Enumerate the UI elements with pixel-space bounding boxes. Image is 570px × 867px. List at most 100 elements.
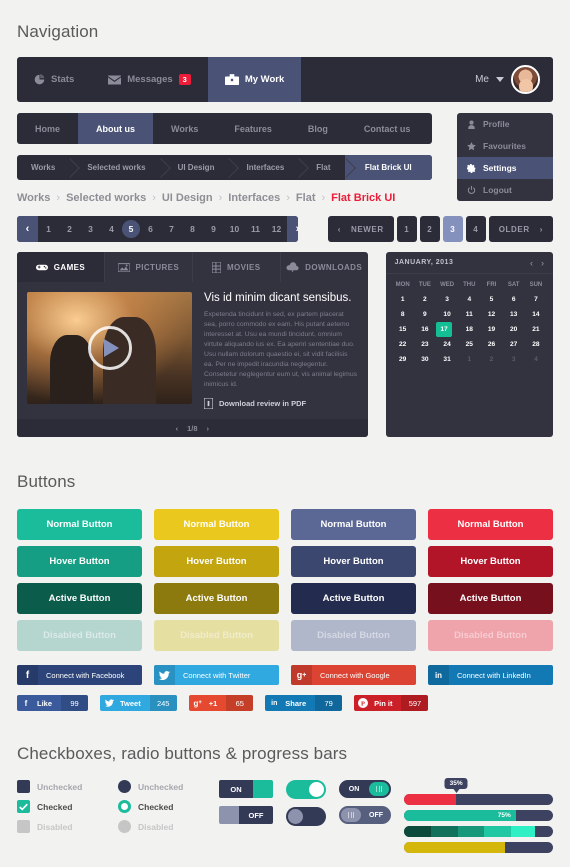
calendar-day[interactable]: 21: [525, 322, 547, 337]
nav-item-features[interactable]: Features: [216, 113, 290, 144]
active-button-yellow[interactable]: Active Button: [154, 583, 279, 615]
user-menu-trigger[interactable]: Me: [475, 57, 553, 102]
pagination-page-9[interactable]: 9: [203, 216, 224, 242]
share-pinterest-button[interactable]: P Pin it 597: [354, 695, 429, 712]
calendar-day[interactable]: 5: [480, 292, 502, 307]
calendar-day[interactable]: 24: [436, 337, 458, 352]
calendar-day-muted[interactable]: 4: [525, 352, 547, 367]
calendar-day[interactable]: 13: [503, 307, 525, 322]
toolbar-item-messages[interactable]: Messages 3: [91, 57, 208, 102]
pagination-page-1[interactable]: 1: [38, 216, 59, 242]
calendar-day[interactable]: 20: [503, 322, 525, 337]
hover-button-yellow[interactable]: Hover Button: [154, 546, 279, 578]
pagination-page-11[interactable]: 11: [245, 216, 266, 242]
pagination-page-3[interactable]: 3: [80, 216, 101, 242]
crumb-interfaces[interactable]: Interfaces: [228, 192, 280, 204]
carousel-next[interactable]: ›: [207, 424, 210, 433]
nav-item-blog[interactable]: Blog: [290, 113, 346, 144]
pagination-page-6[interactable]: 6: [140, 216, 161, 242]
checkbox-unchecked-row[interactable]: Unchecked: [17, 780, 105, 794]
calendar-day[interactable]: 7: [525, 292, 547, 307]
normal-button-red[interactable]: Normal Button: [428, 509, 553, 541]
calendar-day[interactable]: 16: [414, 322, 436, 337]
arrow-crumb-flat-brick-ui[interactable]: Flat Brick UI: [332, 155, 432, 180]
nav-item-contact-us[interactable]: Contact us: [346, 113, 429, 144]
calendar-day[interactable]: 8: [392, 307, 414, 322]
toggle-knob[interactable]: [369, 782, 389, 797]
calendar-day-muted[interactable]: 2: [480, 352, 502, 367]
connect-twitter-button[interactable]: Connect with Twitter: [154, 665, 279, 686]
arrow-crumb-selected-works[interactable]: Selected works: [69, 155, 159, 180]
calendar-day[interactable]: 10: [436, 307, 458, 322]
crumb-selected-works[interactable]: Selected works: [66, 192, 146, 204]
connect-linkedin-button[interactable]: in Connect with LinkedIn: [428, 665, 553, 686]
pagination-page-8[interactable]: 8: [182, 216, 203, 242]
hover-button-green[interactable]: Hover Button: [17, 546, 142, 578]
calendar-day[interactable]: 28: [525, 337, 547, 352]
calendar-day[interactable]: 23: [414, 337, 436, 352]
pagination-older-button[interactable]: OLDER ›: [488, 216, 553, 242]
pagination-prev[interactable]: ‹: [17, 216, 38, 242]
calendar-day[interactable]: 22: [392, 337, 414, 352]
hover-button-red[interactable]: Hover Button: [428, 546, 553, 578]
share-google-plus-button[interactable]: g + +1 65: [188, 695, 254, 712]
dropdown-item-settings[interactable]: Settings: [457, 157, 553, 179]
dropdown-item-logout[interactable]: Logout: [457, 179, 553, 201]
normal-button-green[interactable]: Normal Button: [17, 509, 142, 541]
tab-pictures[interactable]: PICTURES: [105, 252, 193, 282]
active-button-red[interactable]: Active Button: [428, 583, 553, 615]
tab-games[interactable]: GAMES: [17, 252, 105, 282]
toolbar-item-stats[interactable]: Stats: [17, 57, 91, 102]
avatar[interactable]: [511, 65, 540, 94]
arrow-crumb-works[interactable]: Works: [17, 155, 69, 180]
tab-movies[interactable]: MOVIES: [193, 252, 281, 282]
radio-checked-row[interactable]: Checked: [118, 800, 206, 814]
tab-downloads[interactable]: DOWNLOADS: [281, 252, 368, 282]
calendar-day[interactable]: 27: [503, 337, 525, 352]
checkbox-checked-row[interactable]: Checked: [17, 800, 105, 814]
share-like-button[interactable]: f Like 99: [17, 695, 89, 712]
calendar-day[interactable]: 4: [458, 292, 480, 307]
toggle-knob[interactable]: [288, 809, 303, 825]
calendar-day[interactable]: 25: [458, 337, 480, 352]
calendar-day[interactable]: 9: [414, 307, 436, 322]
pagination2-page-4[interactable]: 4: [465, 216, 486, 242]
calendar-day[interactable]: 3: [436, 292, 458, 307]
share-tweet-button[interactable]: Tweet 245: [100, 695, 177, 712]
toggle-round-on[interactable]: [286, 780, 326, 800]
pagination-page-7[interactable]: 7: [161, 216, 182, 242]
dropdown-item-profile[interactable]: Profile: [457, 113, 553, 135]
toggle-knob[interactable]: [219, 806, 239, 825]
video-thumbnail[interactable]: [27, 292, 192, 404]
pagination-newer-button[interactable]: ‹ NEWER: [327, 216, 394, 242]
toggle-round-off[interactable]: [286, 807, 326, 827]
radio-unchecked[interactable]: [118, 780, 131, 794]
pagination2-page-3-current[interactable]: 3: [442, 216, 463, 242]
checkbox-unchecked[interactable]: [17, 780, 30, 794]
calendar-day[interactable]: 14: [525, 307, 547, 322]
nav-item-works[interactable]: Works: [153, 113, 216, 144]
pagination-next[interactable]: ›: [287, 216, 298, 242]
dropdown-item-favourites[interactable]: Favourites: [457, 135, 553, 157]
calendar-prev-month[interactable]: ‹: [530, 258, 533, 268]
nav-item-home[interactable]: Home: [17, 113, 78, 144]
connect-google-button[interactable]: g + Connect with Google: [291, 665, 416, 686]
calendar-day[interactable]: 18: [458, 322, 480, 337]
pagination-page-2[interactable]: 2: [59, 216, 80, 242]
calendar-day[interactable]: 1: [392, 292, 414, 307]
calendar-day-muted[interactable]: 1: [458, 352, 480, 367]
download-link[interactable]: Download review in PDF: [204, 398, 358, 410]
pagination-page-5-current[interactable]: 5: [122, 220, 140, 238]
calendar-day[interactable]: 26: [480, 337, 502, 352]
calendar-day[interactable]: 29: [392, 352, 414, 367]
calendar-day[interactable]: 31: [436, 352, 458, 367]
active-button-green[interactable]: Active Button: [17, 583, 142, 615]
pagination-page-12[interactable]: 12: [266, 216, 287, 242]
calendar-day-selected[interactable]: 17: [435, 322, 452, 337]
pagination-page-10[interactable]: 10: [224, 216, 245, 242]
toggle-knob[interactable]: [309, 782, 324, 798]
active-button-blue[interactable]: Active Button: [291, 583, 416, 615]
toggle-square-off[interactable]: OFF: [219, 806, 273, 825]
toggle-labeled-off[interactable]: OFF: [339, 806, 391, 825]
pagination-page-4[interactable]: 4: [101, 216, 122, 242]
